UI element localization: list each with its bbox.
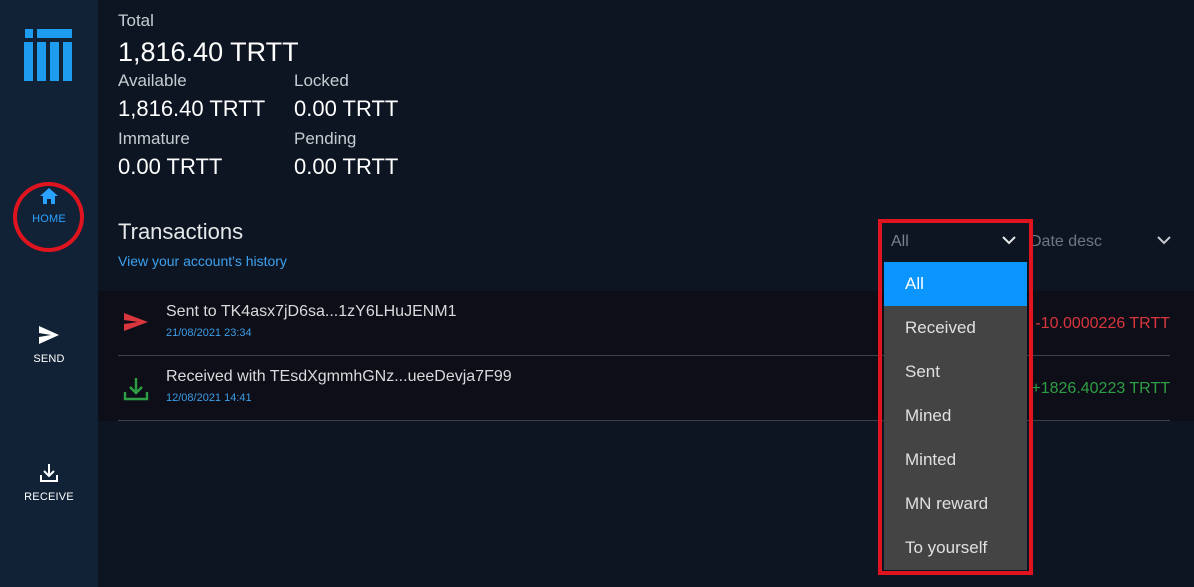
- chevron-down-icon: [1002, 236, 1016, 245]
- transaction-description: Sent to TK4asx7jD6sa...1zY6LHuJENM1: [166, 303, 457, 320]
- sort-value: Date desc: [1030, 233, 1103, 250]
- filter-dropdown: All Received Sent Mined Minted MN reward…: [884, 262, 1027, 570]
- transaction-amount: +1826.40223 TRTT: [1031, 380, 1170, 397]
- pending-value: 0.00 TRTT: [294, 154, 399, 179]
- filter-option-to-yourself[interactable]: To yourself: [884, 526, 1027, 570]
- filter-option-mn-reward[interactable]: MN reward: [884, 482, 1027, 526]
- available-value: 1,816.40 TRTT: [118, 96, 266, 121]
- sidebar-item-label: HOME: [32, 213, 66, 225]
- sidebar-item-label: SEND: [33, 353, 65, 365]
- filter-option-all[interactable]: All: [884, 262, 1027, 306]
- immature-label: Immature: [118, 129, 190, 148]
- send-icon: [39, 326, 59, 344]
- locked-value: 0.00 TRTT: [294, 96, 399, 121]
- filter-value: All: [891, 233, 909, 250]
- transactions-list: Sent to TK4asx7jD6sa...1zY6LHuJENM1 21/0…: [98, 291, 1194, 421]
- transactions-title: Transactions: [118, 219, 244, 244]
- locked-label: Locked: [294, 71, 349, 90]
- chevron-down-icon: [1157, 236, 1171, 245]
- available-label: Available: [118, 71, 187, 90]
- send-icon: [124, 313, 148, 331]
- home-icon: [40, 188, 58, 204]
- immature-value: 0.00 TRTT: [118, 154, 223, 179]
- sidebar-item-label: RECEIVE: [24, 491, 74, 503]
- transactions-history-link[interactable]: View your account's history: [118, 253, 287, 269]
- transaction-amount: -10.0000226 TRTT: [1035, 315, 1170, 332]
- filter-option-minted[interactable]: Minted: [884, 438, 1027, 482]
- receive-icon: [40, 464, 58, 482]
- total-value: 1,816.40 TRTT: [118, 37, 299, 67]
- total-label: Total: [118, 11, 154, 30]
- sidebar-item-send[interactable]: SEND: [0, 324, 98, 365]
- sidebar-item-receive[interactable]: RECEIVE: [0, 462, 98, 503]
- filter-option-mined[interactable]: Mined: [884, 394, 1027, 438]
- download-icon: [123, 378, 149, 401]
- transaction-description: Received with TEsdXgmmhGNz...ueeDevja7F9…: [166, 368, 512, 385]
- pending-label: Pending: [294, 129, 357, 148]
- sidebar-item-home[interactable]: HOME: [0, 186, 98, 225]
- filter-option-sent[interactable]: Sent: [884, 350, 1027, 394]
- sidebar: HOME SEND RECEIVE: [0, 0, 98, 587]
- sort-select[interactable]: Date desc: [1030, 228, 1172, 256]
- filter-option-received[interactable]: Received: [884, 306, 1027, 350]
- transaction-date: 21/08/2021 23:34: [166, 327, 252, 339]
- filter-select[interactable]: All: [884, 226, 1027, 258]
- transaction-date: 12/08/2021 14:41: [166, 392, 252, 404]
- app-logo: [24, 29, 72, 81]
